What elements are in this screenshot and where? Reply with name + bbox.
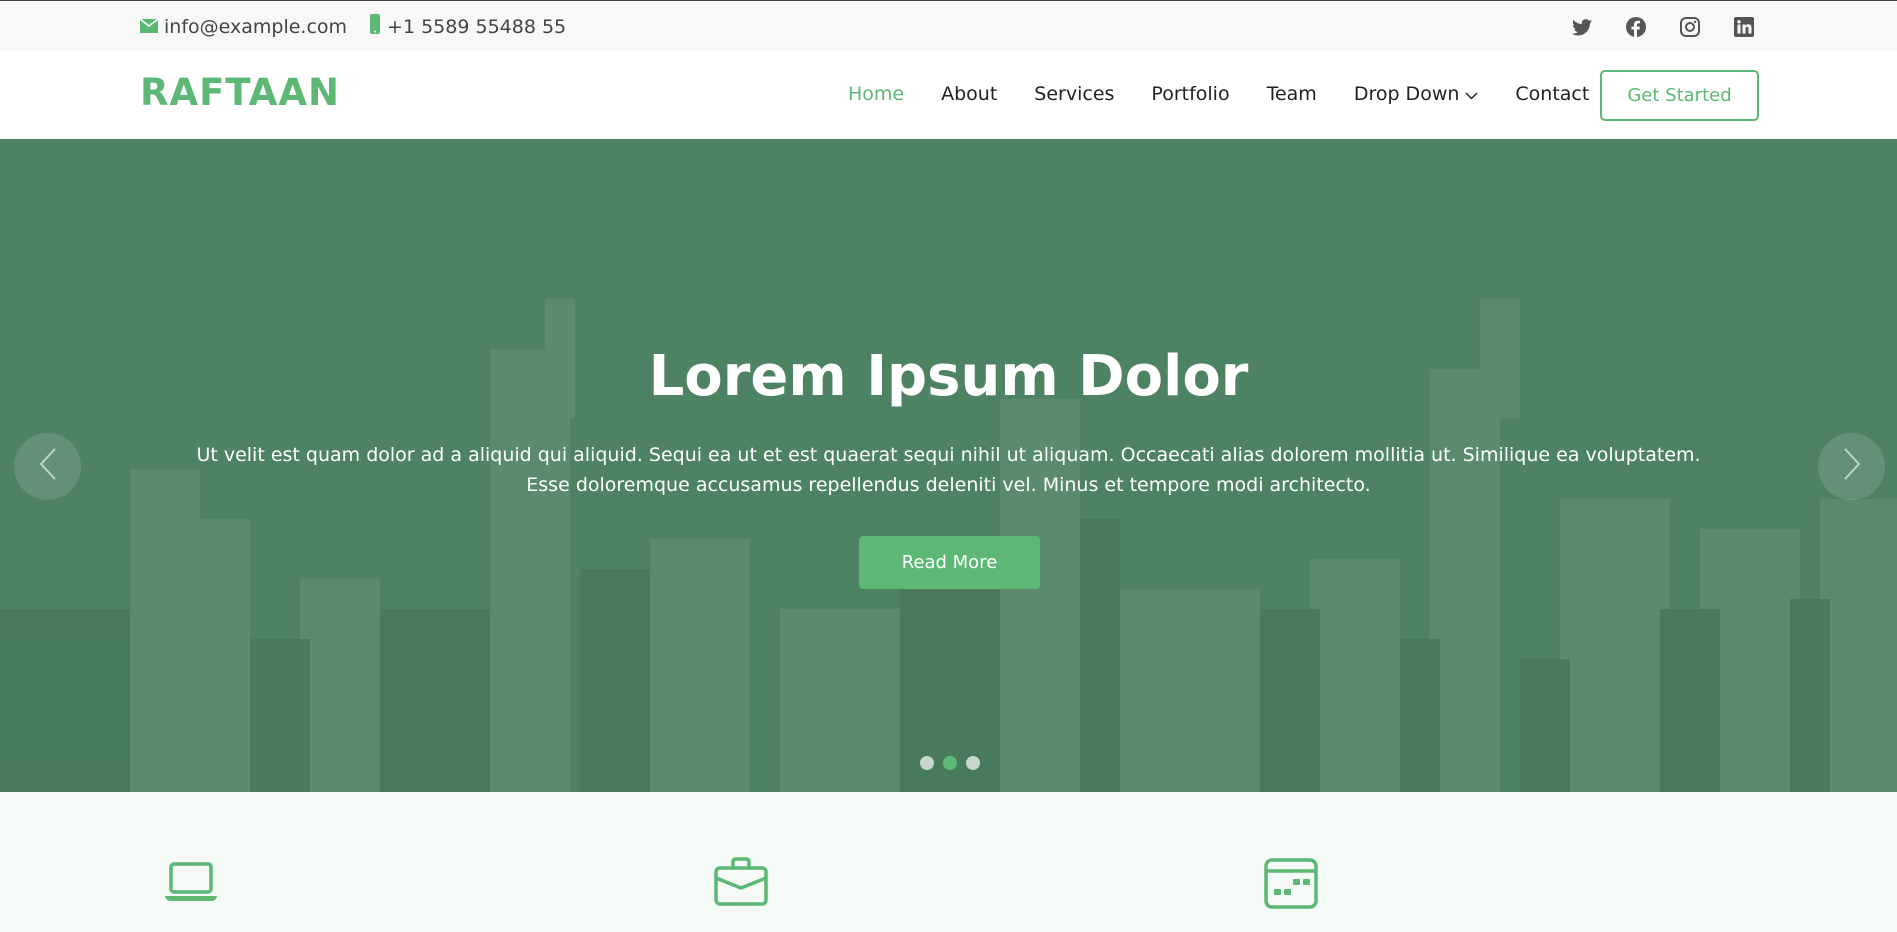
envelope-icon bbox=[139, 16, 159, 38]
carousel-dot-2[interactable] bbox=[943, 756, 957, 770]
calendar-icon bbox=[1263, 854, 1319, 910]
chevron-down-icon bbox=[1465, 83, 1478, 105]
main-nav: Home About Services Portfolio Team Drop … bbox=[848, 83, 1626, 105]
twitter-icon[interactable] bbox=[1569, 15, 1595, 39]
chevron-left-icon bbox=[39, 448, 57, 485]
laptop-icon bbox=[163, 854, 219, 910]
read-more-button[interactable]: Read More bbox=[859, 536, 1040, 589]
social-links bbox=[1569, 15, 1757, 39]
briefcase-icon bbox=[713, 854, 769, 910]
phone-icon bbox=[369, 14, 381, 39]
hero-description: Ut velit est quam dolor ad a aliquid qui… bbox=[196, 444, 1701, 496]
email-text[interactable]: info@example.com bbox=[164, 16, 347, 38]
instagram-icon[interactable] bbox=[1677, 15, 1703, 39]
carousel-next-button[interactable] bbox=[1818, 433, 1885, 500]
nav-item-about[interactable]: About bbox=[941, 83, 997, 105]
features-section bbox=[0, 792, 1897, 932]
phone-item[interactable]: +1 5589 55488 55 bbox=[369, 14, 566, 39]
carousel-indicators bbox=[920, 756, 980, 770]
nav-item-dropdown[interactable]: Drop Down bbox=[1354, 83, 1479, 105]
nav-item-dropdown-label: Drop Down bbox=[1353, 83, 1460, 105]
nav-item-contact[interactable]: Contact bbox=[1515, 83, 1589, 105]
contact-info: info@example.com +1 5589 55488 55 bbox=[139, 14, 566, 39]
chevron-right-icon bbox=[1843, 448, 1861, 485]
nav-item-home[interactable]: Home bbox=[848, 83, 904, 105]
linkedin-icon[interactable] bbox=[1731, 15, 1757, 39]
phone-text[interactable]: +1 5589 55488 55 bbox=[387, 16, 566, 38]
email-item[interactable]: info@example.com bbox=[139, 16, 347, 38]
carousel-dot-3[interactable] bbox=[966, 756, 980, 770]
hero-title: Lorem Ipsum Dolor bbox=[648, 344, 1249, 409]
nav-item-portfolio[interactable]: Portfolio bbox=[1151, 83, 1229, 105]
nav-item-team[interactable]: Team bbox=[1267, 83, 1317, 105]
nav-item-services[interactable]: Services bbox=[1034, 83, 1114, 105]
topbar: info@example.com +1 5589 55488 55 bbox=[0, 0, 1897, 51]
main-header: RAFTAAN Home About Services Portfolio Te… bbox=[0, 51, 1897, 139]
carousel-prev-button[interactable] bbox=[14, 433, 81, 500]
hero-carousel: Lorem Ipsum Dolor Ut velit est quam dolo… bbox=[0, 139, 1897, 792]
site-logo[interactable]: RAFTAAN bbox=[140, 71, 340, 114]
carousel-dot-1[interactable] bbox=[920, 756, 934, 770]
facebook-icon[interactable] bbox=[1623, 15, 1649, 39]
get-started-button[interactable]: Get Started bbox=[1600, 70, 1759, 121]
